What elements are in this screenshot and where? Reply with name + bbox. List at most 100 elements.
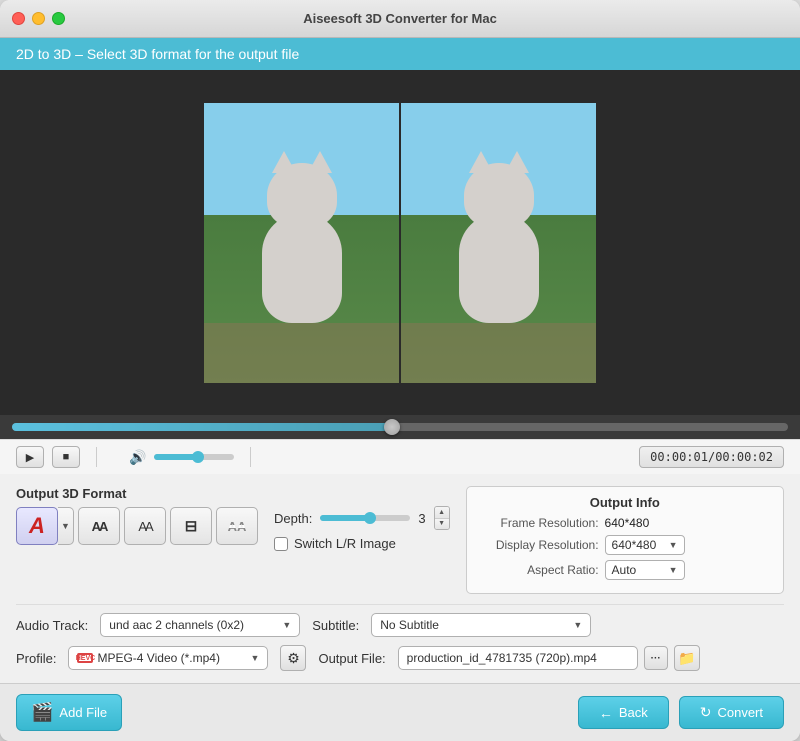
- main-window: Aiseesoft 3D Converter for Mac 2D to 3D …: [0, 0, 800, 741]
- subtitle-arrow: ▼: [573, 620, 582, 630]
- banner: 2D to 3D – Select 3D format for the outp…: [0, 38, 800, 70]
- banner-text: 2D to 3D – Select 3D format for the outp…: [16, 46, 299, 62]
- stop-button[interactable]: ■: [52, 446, 80, 468]
- profile-select[interactable]: HEVC MPEG-4 Video (*.mp4) ▼: [68, 646, 268, 670]
- controls-divider2: [250, 447, 251, 467]
- settings-row2: Audio Track: und aac 2 channels (0x2) ▼ …: [16, 613, 784, 637]
- depth-fill: [320, 515, 370, 521]
- volume-slider[interactable]: [154, 454, 234, 460]
- sbs-half-icon: AA: [138, 519, 151, 534]
- anaglyph-icon: A: [29, 513, 45, 539]
- output-file-field[interactable]: production_id_4781735 (720p).mp4: [398, 646, 638, 670]
- back-label: Back: [619, 705, 648, 720]
- interlaced-btn[interactable]: AA: [216, 507, 258, 545]
- cat-image-right: [401, 103, 596, 383]
- action-right: ← Back ↻ Convert: [578, 696, 784, 729]
- anaglyph-btn[interactable]: A: [16, 507, 58, 545]
- side-by-side-half-btn[interactable]: AA: [124, 507, 166, 545]
- minimize-button[interactable]: [32, 12, 45, 25]
- gear-button[interactable]: ⚙: [280, 645, 306, 671]
- close-button[interactable]: [12, 12, 25, 25]
- action-bar: 🎬 Add File ← Back ↻ Convert: [0, 683, 800, 741]
- depth-thumb[interactable]: [364, 512, 376, 524]
- display-resolution-arrow: ▼: [669, 540, 678, 550]
- video-area: [0, 70, 800, 415]
- frame-resolution-value: 640*480: [605, 516, 650, 530]
- depth-stepper[interactable]: ▲ ▼: [434, 506, 450, 530]
- profile-arrow: ▼: [251, 653, 260, 663]
- audio-track-label: Audio Track:: [16, 618, 88, 633]
- aspect-ratio-arrow: ▼: [669, 565, 678, 575]
- back-button[interactable]: ← Back: [578, 696, 669, 729]
- aspect-ratio-value: Auto: [612, 563, 637, 577]
- dots-button[interactable]: ···: [644, 646, 668, 670]
- subtitle-value: No Subtitle: [380, 618, 439, 632]
- back-icon: ←: [599, 705, 613, 721]
- controls-divider: [96, 447, 97, 467]
- side-by-side-full-btn[interactable]: AA: [78, 507, 120, 545]
- volume-icon: 🔊: [129, 449, 146, 466]
- time-display: 00:00:01/00:00:02: [639, 446, 784, 468]
- traffic-lights: [12, 12, 65, 25]
- output-file-row: production_id_4781735 (720p).mp4 ··· 📁: [398, 645, 700, 671]
- seek-bar-fill: [12, 423, 392, 431]
- output-file-label: Output File:: [318, 651, 385, 666]
- display-resolution-row: Display Resolution: 640*480 ▼: [479, 535, 771, 555]
- audio-track-value: und aac 2 channels (0x2): [109, 618, 244, 632]
- aspect-ratio-label: Aspect Ratio:: [479, 563, 599, 577]
- settings-area: Output 3D Format A ▼ AA AA: [0, 474, 800, 683]
- frame-resolution-row: Frame Resolution: 640*480: [479, 516, 771, 530]
- convert-button[interactable]: ↻ Convert: [679, 696, 784, 729]
- depth-row: Depth: 3 ▲ ▼: [274, 506, 450, 530]
- top-bottom-btn[interactable]: ⊟: [170, 507, 212, 545]
- aspect-ratio-dropdown[interactable]: Auto ▼: [605, 560, 685, 580]
- frame-resolution-label: Frame Resolution:: [479, 516, 599, 530]
- seek-bar-track[interactable]: [12, 423, 788, 431]
- depth-slider[interactable]: [320, 515, 410, 521]
- output-file-value: production_id_4781735 (720p).mp4: [407, 651, 597, 665]
- anaglyph-dropdown[interactable]: ▼: [58, 507, 74, 545]
- play-button[interactable]: ▶: [16, 446, 44, 468]
- switch-lr-row: Switch L/R Image: [274, 536, 450, 551]
- title-bar: Aiseesoft 3D Converter for Mac: [0, 0, 800, 38]
- format-buttons: A ▼ AA AA ⊟: [16, 507, 258, 545]
- fence-r: [401, 323, 596, 383]
- maximize-button[interactable]: [52, 12, 65, 25]
- add-file-icon: 🎬: [31, 702, 53, 723]
- depth-down[interactable]: ▼: [435, 519, 449, 530]
- profile-value: MPEG-4 Video (*.mp4): [97, 651, 220, 665]
- anaglyph-group: A ▼: [16, 507, 74, 545]
- subtitle-select[interactable]: No Subtitle ▼: [371, 613, 591, 637]
- depth-up[interactable]: ▲: [435, 507, 449, 519]
- convert-icon: ↻: [700, 704, 712, 721]
- window-title: Aiseesoft 3D Converter for Mac: [303, 11, 497, 26]
- format-section: Output 3D Format A ▼ AA AA: [16, 486, 258, 545]
- depth-section: Depth: 3 ▲ ▼ Switch L/R Image: [274, 486, 450, 551]
- cat-body: [262, 213, 342, 323]
- profile-format-icon: HEVC: [77, 653, 93, 663]
- separator1: [16, 604, 784, 605]
- settings-row3: Profile: HEVC MPEG-4 Video (*.mp4) ▼ ⚙ O…: [16, 645, 784, 671]
- format-label: Output 3D Format: [16, 486, 258, 501]
- convert-label: Convert: [717, 705, 763, 720]
- display-resolution-dropdown[interactable]: 640*480 ▼: [605, 535, 685, 555]
- seek-thumb[interactable]: [384, 419, 400, 435]
- output-info-panel: Output Info Frame Resolution: 640*480 Di…: [466, 486, 784, 594]
- audio-track-arrow: ▼: [282, 620, 291, 630]
- play-icon: ▶: [26, 451, 34, 464]
- audio-track-select[interactable]: und aac 2 channels (0x2) ▼: [100, 613, 300, 637]
- gear-icon: ⚙: [287, 650, 300, 667]
- cat-image-left: [204, 103, 399, 383]
- controls-bar: ▶ ■ 🔊 00:00:01/00:00:02: [0, 439, 800, 474]
- interlaced-icon: AA: [228, 519, 247, 534]
- stop-icon: ■: [63, 451, 70, 463]
- aspect-ratio-row: Aspect Ratio: Auto ▼: [479, 560, 771, 580]
- output-info-title: Output Info: [479, 495, 771, 510]
- folder-icon: 📁: [678, 650, 695, 667]
- add-file-label: Add File: [59, 705, 107, 720]
- switch-lr-checkbox[interactable]: [274, 537, 288, 551]
- add-file-button[interactable]: 🎬 Add File: [16, 694, 122, 731]
- volume-thumb[interactable]: [192, 451, 204, 463]
- folder-button[interactable]: 📁: [674, 645, 700, 671]
- profile-label: Profile:: [16, 651, 56, 666]
